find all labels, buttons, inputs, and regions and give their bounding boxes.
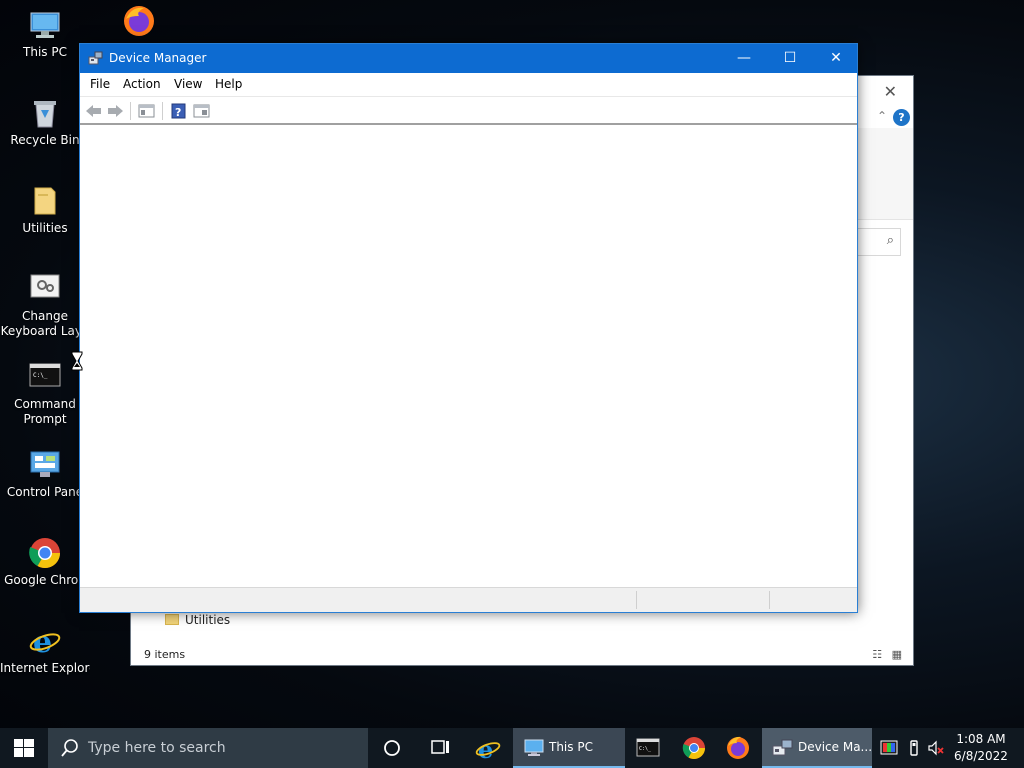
clock-date: 6/8/2022 bbox=[954, 749, 1008, 763]
keyboard-settings-icon bbox=[28, 272, 62, 306]
taskbar-chrome[interactable] bbox=[674, 728, 714, 768]
svg-text:C:\_: C:\_ bbox=[33, 372, 48, 379]
desktop-icon-this-pc[interactable]: This PC bbox=[0, 8, 90, 60]
desktop-icon-label: Internet Explorer bbox=[0, 661, 90, 675]
taskbar-button-label: Device Ma... bbox=[798, 740, 873, 754]
close-button[interactable]: ✕ bbox=[813, 44, 859, 73]
task-view-button[interactable] bbox=[420, 728, 460, 768]
menu-view[interactable]: View bbox=[174, 77, 202, 91]
taskbar-command-prompt[interactable]: C:\_ bbox=[628, 728, 668, 768]
taskbar-internet-explorer[interactable]: e bbox=[468, 728, 508, 768]
minimize-button[interactable]: — bbox=[721, 44, 767, 73]
menu-action[interactable]: Action bbox=[123, 77, 161, 91]
svg-text:?: ? bbox=[175, 106, 181, 119]
internet-explorer-icon: e bbox=[28, 624, 62, 660]
device-manager-icon bbox=[772, 739, 794, 760]
this-pc-icon bbox=[28, 8, 62, 42]
toolbar: ? bbox=[80, 96, 857, 125]
explorer-close-icon[interactable]: ✕ bbox=[884, 82, 897, 101]
properties-icon[interactable] bbox=[193, 103, 210, 119]
command-prompt-icon: C:\_ bbox=[28, 360, 62, 394]
taskbar-device-manager-button[interactable]: Device Ma... bbox=[762, 728, 872, 768]
device-manager-window[interactable]: Device Manager — ☐ ✕ File Action View He… bbox=[79, 43, 858, 613]
explorer-status-text: 9 items bbox=[144, 648, 186, 661]
status-divider bbox=[769, 591, 770, 609]
desktop-icon-utilities[interactable]: Utilities bbox=[0, 184, 90, 236]
help-icon[interactable]: ? bbox=[170, 103, 187, 119]
cortana-button[interactable] bbox=[372, 728, 412, 768]
this-pc-icon bbox=[523, 739, 545, 760]
desktop-icon-label-line1: Change bbox=[22, 309, 68, 323]
desktop: This PC Recycle Bin Utilities Change Key… bbox=[0, 0, 1024, 728]
forward-arrow-icon[interactable] bbox=[107, 103, 124, 119]
svg-text:e: e bbox=[478, 735, 493, 764]
folder-icon bbox=[165, 614, 179, 625]
view-toggle-icons[interactable]: ☷ ▦ bbox=[872, 648, 905, 661]
desktop-icon-firefox[interactable] bbox=[94, 4, 184, 41]
menu-bar: File Action View Help bbox=[80, 73, 857, 96]
back-arrow-icon[interactable] bbox=[85, 103, 102, 119]
control-panel-icon bbox=[28, 448, 62, 482]
search-placeholder: Type here to search bbox=[88, 740, 226, 756]
desktop-icon-recycle-bin[interactable]: Recycle Bin bbox=[0, 96, 90, 148]
desktop-icon-label-line1: Command bbox=[14, 397, 76, 411]
clock-time: 1:08 AM bbox=[956, 732, 1006, 746]
start-button[interactable] bbox=[0, 728, 48, 768]
title-bar[interactable]: Device Manager — ☐ ✕ bbox=[80, 44, 857, 73]
search-icon bbox=[60, 738, 80, 758]
taskbar-search-box[interactable]: Type here to search bbox=[48, 728, 368, 768]
search-icon: ⌕ bbox=[886, 233, 894, 248]
taskbar-this-pc-button[interactable]: This PC bbox=[513, 728, 625, 768]
desktop-icon-google-chrome[interactable]: Google Chron bbox=[0, 536, 90, 588]
chevron-up-icon[interactable]: ⌃ bbox=[877, 109, 887, 123]
firefox-icon bbox=[122, 4, 156, 38]
chrome-icon bbox=[28, 536, 62, 570]
status-divider bbox=[636, 591, 637, 609]
desktop-icon-change-keyboard-layout[interactable]: Change Keyboard Layo bbox=[0, 272, 90, 339]
show-hide-console-tree-icon[interactable] bbox=[138, 103, 155, 119]
usb-device-icon[interactable] bbox=[905, 739, 923, 757]
desktop-icon-control-panel[interactable]: Control Pane bbox=[0, 448, 90, 500]
maximize-button[interactable]: ☐ bbox=[767, 44, 813, 73]
desktop-icon-label: Control Pane bbox=[6, 485, 84, 499]
toolbar-separator bbox=[162, 102, 163, 120]
taskbar: Type here to search e This PC C:\_ Devic… bbox=[0, 728, 1024, 768]
device-tree-pane[interactable] bbox=[80, 125, 857, 587]
desktop-icon-label-line2: Keyboard Layo bbox=[0, 324, 90, 338]
svg-text:e: e bbox=[33, 625, 52, 658]
desktop-icon-label: Recycle Bin bbox=[10, 133, 80, 147]
svg-text:C:\_: C:\_ bbox=[639, 746, 652, 752]
list-item-utilities[interactable]: Utilities bbox=[165, 613, 230, 627]
desktop-icon-label: Utilities bbox=[22, 221, 68, 235]
toolbar-separator bbox=[130, 102, 131, 120]
taskbar-button-label: This PC bbox=[549, 740, 593, 754]
desktop-icon-label: Google Chron bbox=[4, 573, 86, 587]
desktop-icon-internet-explorer[interactable]: e Internet Explorer bbox=[0, 624, 90, 676]
volume-muted-icon[interactable] bbox=[927, 739, 945, 757]
list-item-label: Utilities bbox=[185, 613, 231, 627]
color-display-icon[interactable] bbox=[880, 739, 898, 757]
desktop-icon-label-line2: Prompt bbox=[23, 412, 67, 426]
recycle-bin-icon bbox=[28, 96, 62, 130]
menu-help[interactable]: Help bbox=[215, 77, 242, 91]
device-manager-icon bbox=[88, 51, 104, 65]
system-clock[interactable]: 1:08 AM 6/8/2022 bbox=[950, 731, 1012, 765]
status-bar bbox=[80, 587, 857, 612]
busy-cursor-icon bbox=[71, 351, 83, 371]
folder-icon bbox=[28, 184, 62, 218]
taskbar-firefox[interactable] bbox=[718, 728, 758, 768]
desktop-icon-label: This PC bbox=[23, 45, 67, 59]
menu-file[interactable]: File bbox=[90, 77, 110, 91]
help-icon[interactable]: ? bbox=[893, 109, 910, 126]
window-title: Device Manager bbox=[109, 51, 207, 65]
